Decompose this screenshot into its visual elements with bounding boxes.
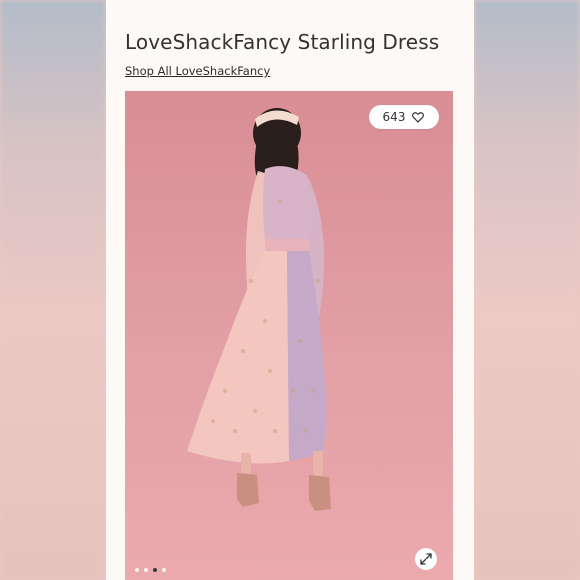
blurred-background-left: [0, 0, 106, 580]
model-right-shoe: [309, 475, 331, 511]
dress-waistband: [265, 239, 309, 253]
carousel-dot[interactable]: [144, 568, 148, 572]
dress-bodice: [263, 166, 309, 241]
expand-button[interactable]: [415, 548, 437, 570]
expand-icon: [420, 553, 432, 565]
carousel-dot[interactable]: [162, 568, 166, 572]
shop-all-brand-link[interactable]: Shop All LoveShackFancy: [125, 64, 270, 78]
listing-card: LoveShackFancy Starling Dress Shop All L…: [106, 0, 474, 580]
blurred-background-right: [474, 0, 580, 580]
product-title: LoveShackFancy Starling Dress: [125, 30, 440, 54]
model-figure: [187, 108, 331, 511]
product-photo[interactable]: 643: [125, 91, 453, 580]
model-left-leg: [241, 453, 251, 475]
carousel-dot-active[interactable]: [153, 568, 157, 572]
likes-button[interactable]: 643: [369, 105, 439, 129]
carousel-dots[interactable]: [135, 568, 166, 572]
heart-icon: [412, 112, 425, 123]
model-right-leg: [313, 451, 323, 477]
model-left-shoe: [237, 473, 259, 507]
likes-count: 643: [382, 110, 406, 124]
carousel-dot[interactable]: [135, 568, 139, 572]
